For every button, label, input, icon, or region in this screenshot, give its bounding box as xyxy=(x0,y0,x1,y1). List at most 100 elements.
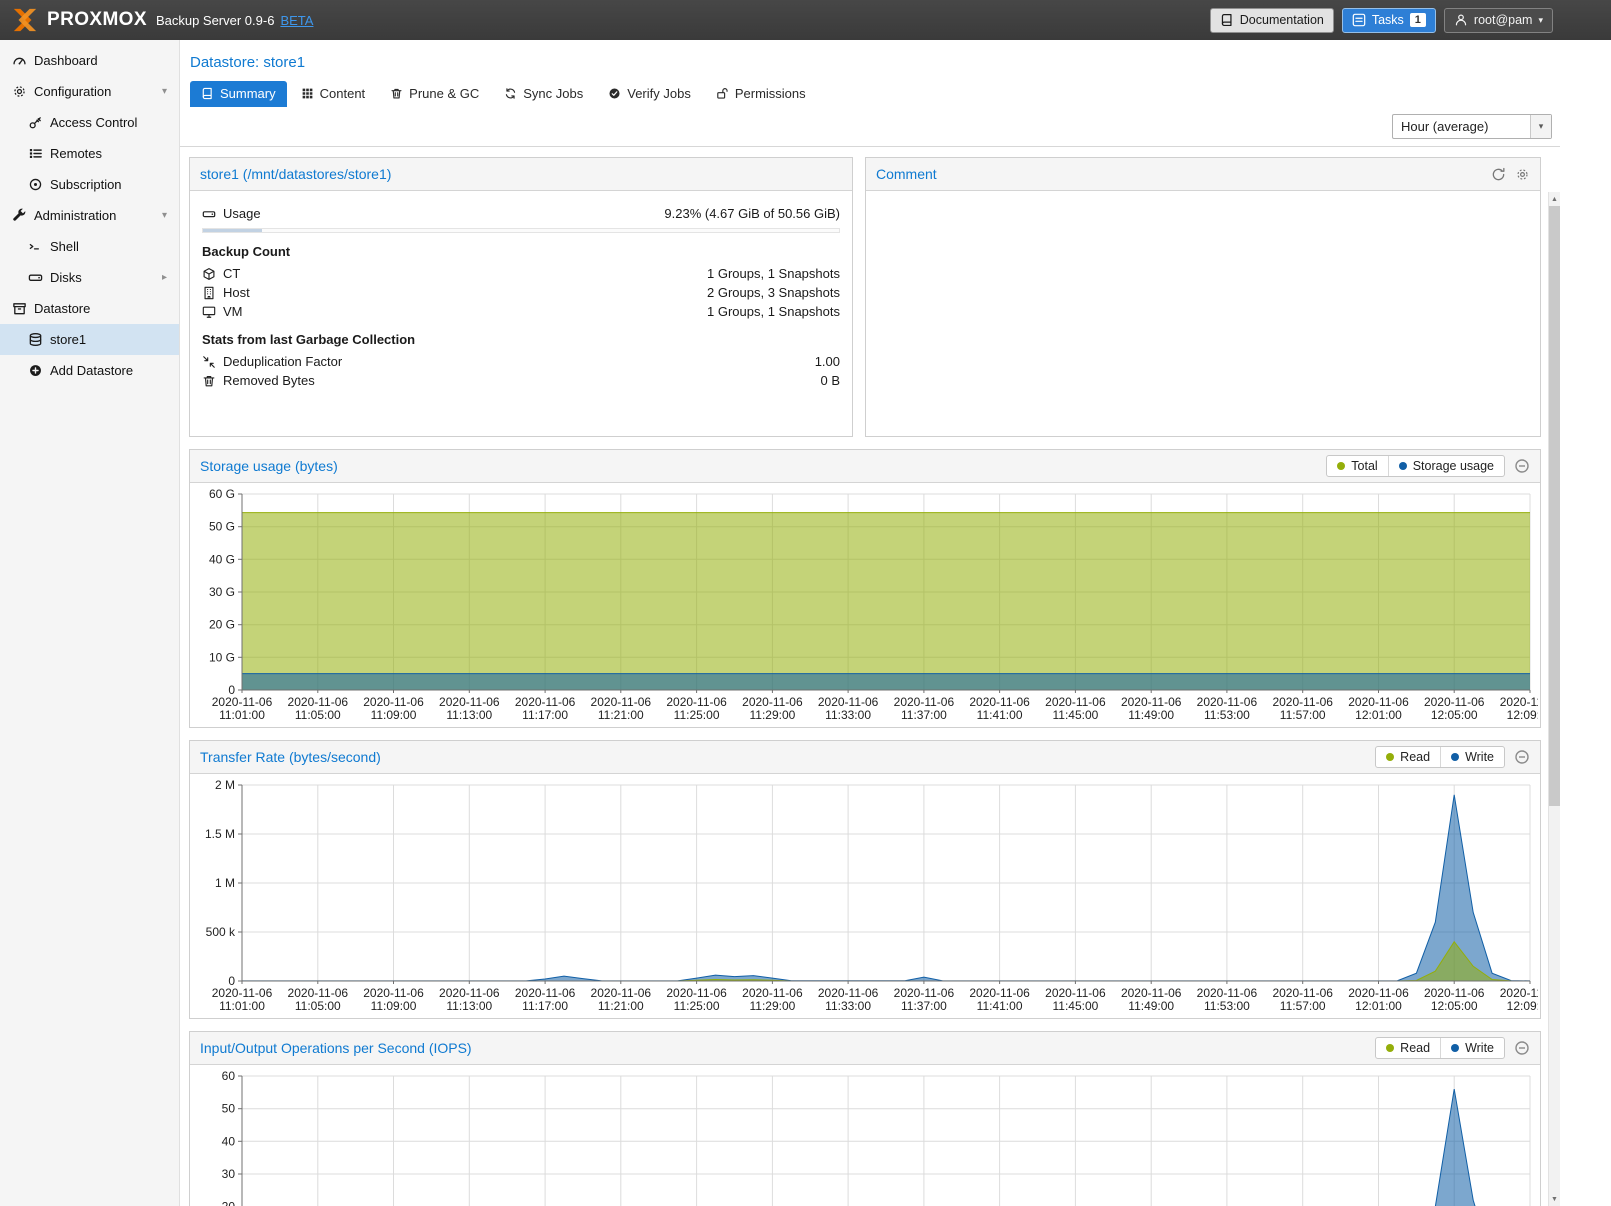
grid-icon xyxy=(301,87,314,100)
sidebar-item-configuration[interactable]: Configuration ▾ xyxy=(0,76,179,107)
sidebar-item-label: Datastore xyxy=(34,301,90,316)
cube-icon xyxy=(202,267,216,281)
tabbar: Summary Content Prune & GC Sync Jobs xyxy=(180,79,1560,107)
hdd-icon xyxy=(28,270,43,285)
row-label: Deduplication Factor xyxy=(223,354,342,369)
tab-sync-jobs[interactable]: Sync Jobs xyxy=(493,81,594,107)
tab-label: Verify Jobs xyxy=(627,86,691,101)
backup-count-title: Backup Count xyxy=(202,244,840,259)
archive-icon xyxy=(12,301,27,316)
legend-write[interactable]: Write xyxy=(1440,747,1504,767)
gears-icon xyxy=(12,84,27,99)
usage-bar-fill xyxy=(203,229,262,232)
user-menu-button[interactable]: root@pam ▾ xyxy=(1444,8,1553,33)
tab-verify-jobs[interactable]: Verify Jobs xyxy=(597,81,702,107)
sidebar-item-datastore[interactable]: Datastore xyxy=(0,293,179,324)
legend-read[interactable]: Read xyxy=(1376,747,1440,767)
check-circle-icon xyxy=(608,87,621,100)
tab-label: Permissions xyxy=(735,86,806,101)
svg-text:11:45:00: 11:45:00 xyxy=(1052,999,1098,1013)
sidebar-item-administration[interactable]: Administration ▾ xyxy=(0,200,179,231)
tab-summary[interactable]: Summary xyxy=(190,81,287,107)
gear-icon[interactable] xyxy=(1515,167,1530,182)
svg-text:10 G: 10 G xyxy=(209,650,235,664)
sidebar-item-label: Shell xyxy=(50,239,79,254)
brand: PROXMOX Backup Server 0.9-6 BETA xyxy=(10,7,313,33)
documentation-button[interactable]: Documentation xyxy=(1210,8,1334,33)
sidebar-item-shell[interactable]: Shell xyxy=(0,231,179,262)
svg-text:11:09:00: 11:09:00 xyxy=(371,708,417,722)
sidebar-item-label: Subscription xyxy=(50,177,122,192)
svg-text:2020-11-06: 2020-11-06 xyxy=(1197,986,1258,1000)
tab-permissions[interactable]: Permissions xyxy=(705,81,817,107)
usage-value: 9.23% (4.67 GiB of 50.56 GiB) xyxy=(664,206,840,221)
sidebar-item-label: Configuration xyxy=(34,84,111,99)
rotate-icon[interactable] xyxy=(1491,167,1506,182)
refresh-icon xyxy=(504,87,517,100)
minus-circle-icon[interactable] xyxy=(1514,458,1530,474)
wrench-icon xyxy=(12,208,27,223)
tab-label: Prune & GC xyxy=(409,86,479,101)
sidebar-item-store1[interactable]: store1 xyxy=(0,324,179,355)
minus-circle-icon[interactable] xyxy=(1514,749,1530,765)
hdd-icon xyxy=(202,207,216,221)
chevron-down-icon: ▾ xyxy=(1538,15,1543,26)
svg-text:11:57:00: 11:57:00 xyxy=(1280,999,1326,1013)
datastore-summary-panel: store1 (/mnt/datastores/store1) Usage 9.… xyxy=(189,157,853,437)
legend-read[interactable]: Read xyxy=(1376,1038,1440,1058)
svg-text:2020-11-06: 2020-11-06 xyxy=(1272,986,1333,1000)
svg-text:11:37:00: 11:37:00 xyxy=(901,708,947,722)
svg-text:40 G: 40 G xyxy=(209,552,235,566)
comment-content[interactable] xyxy=(866,191,1540,217)
chevron-down-icon[interactable]: ▾ xyxy=(162,86,167,97)
scrollbar-thumb[interactable] xyxy=(1549,206,1560,806)
trash-icon xyxy=(202,374,216,388)
documentation-label: Documentation xyxy=(1240,13,1324,27)
tab-prune-gc[interactable]: Prune & GC xyxy=(379,81,490,107)
sidebar-item-disks[interactable]: Disks ▸ xyxy=(0,262,179,293)
svg-text:11:25:00: 11:25:00 xyxy=(674,999,720,1013)
key-icon xyxy=(28,115,43,130)
sidebar-item-label: store1 xyxy=(50,332,86,347)
svg-text:2020-11-06: 2020-11-06 xyxy=(969,986,1030,1000)
svg-text:50: 50 xyxy=(222,1102,236,1116)
row-label: Removed Bytes xyxy=(223,373,315,388)
minus-circle-icon[interactable] xyxy=(1514,1040,1530,1056)
sidebar-item-access-control[interactable]: Access Control xyxy=(0,107,179,138)
svg-text:2020-11-06: 2020-11-06 xyxy=(1121,986,1182,1000)
svg-text:2020-11-06: 2020-11-06 xyxy=(1045,695,1106,709)
svg-text:11:21:00: 11:21:00 xyxy=(598,708,644,722)
legend-total[interactable]: Total xyxy=(1327,456,1387,476)
legend-write[interactable]: Write xyxy=(1440,1038,1504,1058)
scroll-down-icon[interactable]: ▼ xyxy=(1549,1192,1560,1206)
page-title: Datastore: store1 xyxy=(190,54,305,71)
row-label: CT xyxy=(223,266,240,281)
row-label: Host xyxy=(223,285,250,300)
usage-label: Usage xyxy=(223,206,261,221)
sidebar-item-subscription[interactable]: Subscription xyxy=(0,169,179,200)
host-row: Host 2 Groups, 3 Snapshots xyxy=(202,283,840,302)
chart-legend: Read Write xyxy=(1375,746,1505,768)
svg-text:11:53:00: 11:53:00 xyxy=(1204,708,1250,722)
svg-text:2020-11-06: 2020-11-06 xyxy=(591,695,652,709)
legend-dot xyxy=(1451,1044,1459,1052)
beta-link[interactable]: BETA xyxy=(280,13,313,28)
legend-storage-usage[interactable]: Storage usage xyxy=(1388,456,1504,476)
sidebar-item-dashboard[interactable]: Dashboard xyxy=(0,45,179,76)
sidebar-item-add-datastore[interactable]: Add Datastore xyxy=(0,355,179,386)
timeframe-select[interactable]: Hour (average) ▾ xyxy=(1392,114,1552,139)
svg-text:1.5 M: 1.5 M xyxy=(205,827,235,841)
tasks-button[interactable]: Tasks 1 xyxy=(1342,8,1436,33)
sidebar-item-remotes[interactable]: Remotes xyxy=(0,138,179,169)
sidebar-item-label: Disks xyxy=(50,270,82,285)
svg-text:11:05:00: 11:05:00 xyxy=(295,708,341,722)
chevron-down-icon[interactable]: ▾ xyxy=(162,210,167,221)
chevron-right-icon[interactable]: ▸ xyxy=(162,272,167,283)
svg-text:11:13:00: 11:13:00 xyxy=(446,708,492,722)
vertical-scrollbar[interactable]: ▲ ▼ xyxy=(1548,192,1560,1206)
scroll-up-icon[interactable]: ▲ xyxy=(1549,192,1560,206)
row-value: 1 Groups, 1 Snapshots xyxy=(707,304,840,319)
svg-text:60: 60 xyxy=(222,1069,236,1083)
svg-text:12:09:00: 12:09:00 xyxy=(1507,708,1538,722)
tab-content[interactable]: Content xyxy=(290,81,377,107)
